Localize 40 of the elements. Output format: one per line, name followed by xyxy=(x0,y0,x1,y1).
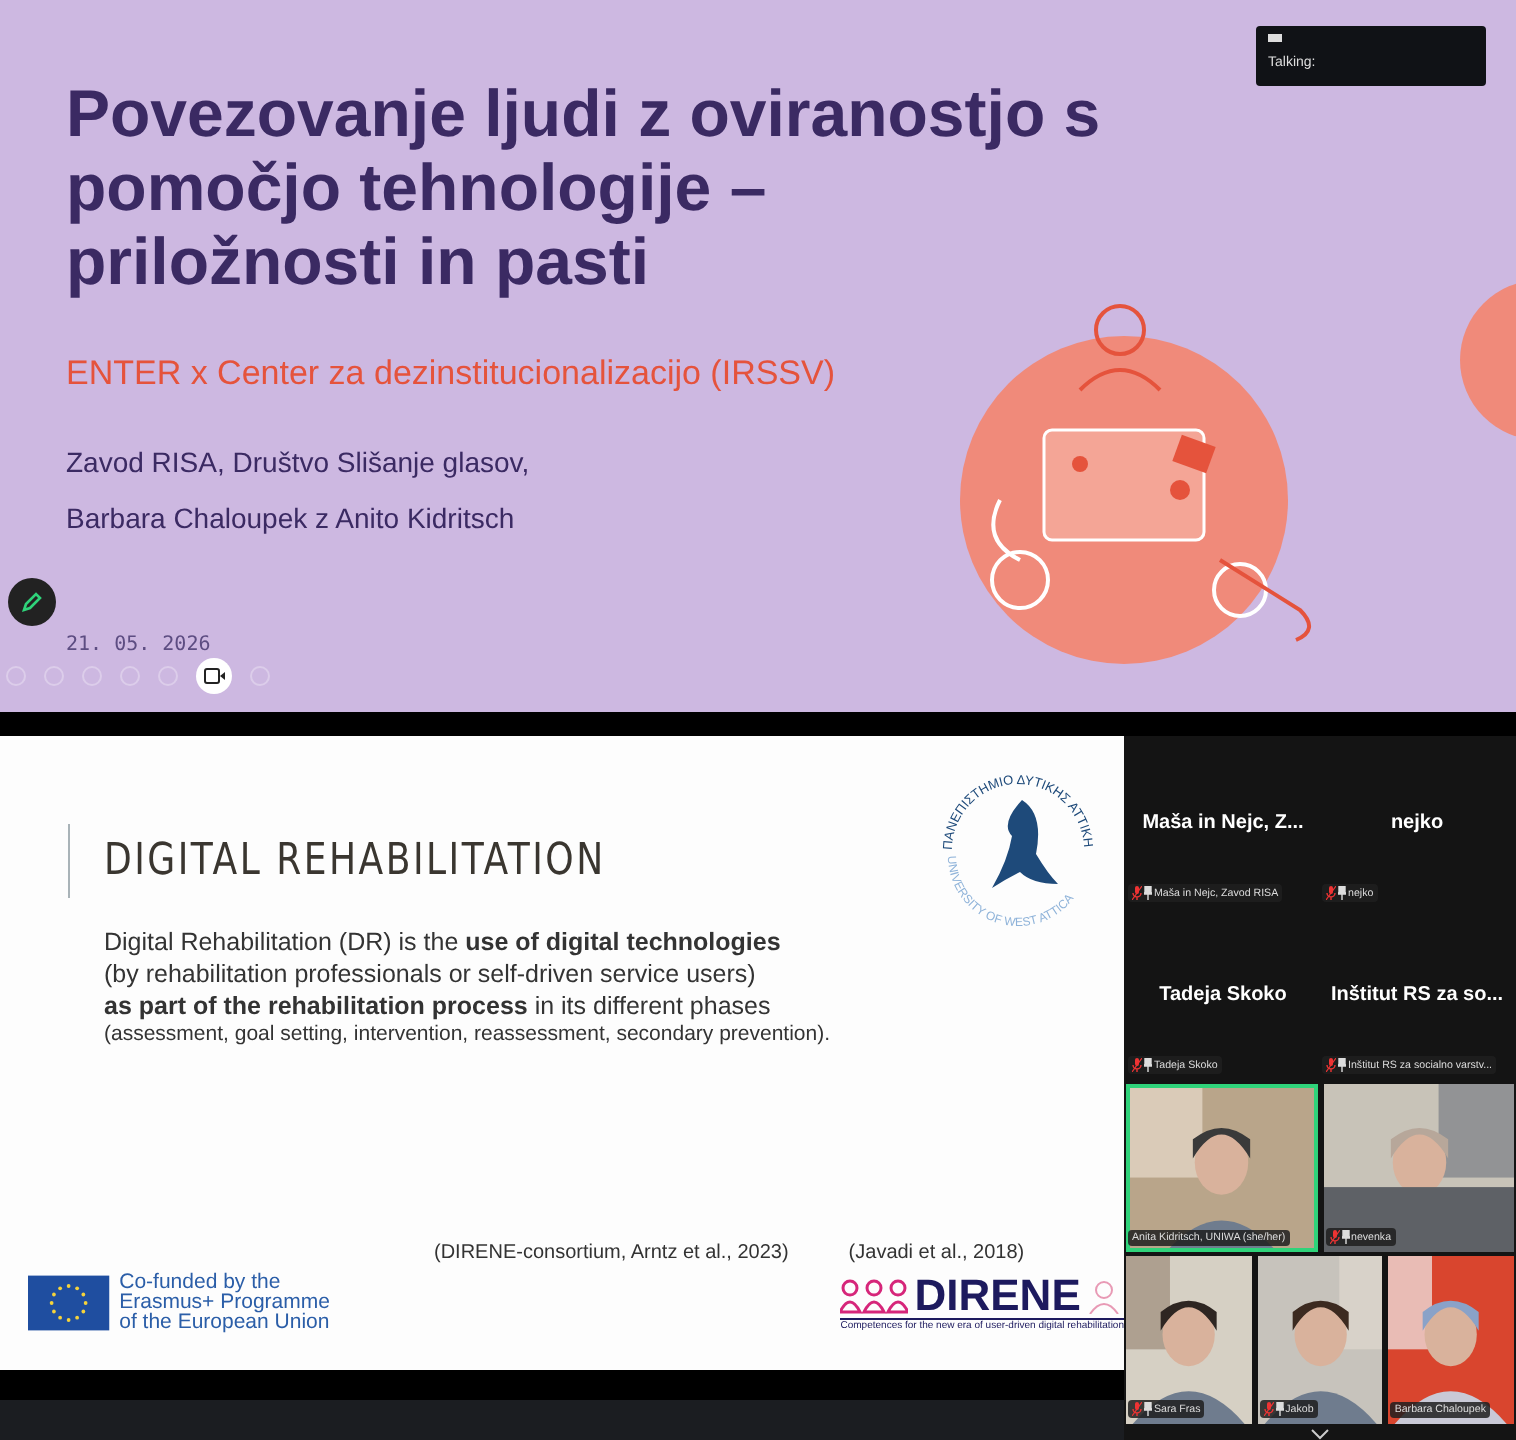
phases-note: (assessment, goal setting, intervention, reassessment, secondary prevention). xyxy=(104,1022,833,1046)
annotate-button[interactable] xyxy=(8,578,56,626)
participant-tile-name: Tadeja Skoko xyxy=(1159,983,1287,1005)
camera-icon xyxy=(203,668,225,684)
slide-paragraph: Digital Rehabilitation (DR) is the use of digital technologies (by rehabilitation professionals or self-driven service users) as part of the rehabilitation process in its different phases xyxy=(104,926,783,1022)
participant-tile-name: Maša in Nejc, Z... xyxy=(1142,811,1304,833)
pin-icon xyxy=(1144,886,1152,900)
eu-funding-text: Co-funded by the Erasmus+ Programme of the European Union xyxy=(119,1272,332,1332)
people-icon xyxy=(840,1277,909,1313)
pin-icon xyxy=(1275,1402,1284,1416)
muted-mic-icon xyxy=(1132,886,1142,900)
author-line: Barbara Chaloupek z Anito Kidritsch xyxy=(66,500,517,538)
citation: (DIRENE-consortium, Arntz et al., 2023) xyxy=(434,1242,789,1264)
pin-icon xyxy=(1144,1402,1152,1416)
slide-subtitle: ENTER x Center za dezinstitucionalizacijo (IRSSV) xyxy=(66,354,838,394)
muted-mic-icon xyxy=(1326,1058,1336,1072)
muted-mic-icon xyxy=(1329,1230,1339,1244)
pin-icon xyxy=(1144,1058,1152,1072)
muted-mic-icon xyxy=(1132,1402,1142,1416)
slide-title: pomočjo tehnologije – xyxy=(66,150,769,224)
pin-icon xyxy=(1341,1230,1349,1244)
slide-heading: DIGITAL REHABILITATION xyxy=(104,836,608,886)
chevron-down-icon[interactable] xyxy=(1310,1428,1330,1440)
author-line: Zavod RISA, Društvo Slišanje glasov, xyxy=(66,444,532,482)
muted-mic-icon xyxy=(1263,1402,1274,1416)
camera-button[interactable] xyxy=(196,658,232,694)
muted-mic-icon xyxy=(1326,886,1336,900)
slide-title: Povezovanje ljudi z oviranostjo s xyxy=(66,76,1103,150)
participant-tile-name: Inštitut RS za so... xyxy=(1330,983,1504,1005)
eu-flag-icon xyxy=(28,1273,110,1331)
muted-mic-icon xyxy=(1132,1058,1142,1072)
slide-title: priložnosti in pasti xyxy=(66,224,652,298)
slide-date: 21. 05. 2026 xyxy=(66,634,213,656)
pin-icon xyxy=(1338,886,1346,900)
pin-icon xyxy=(1338,1058,1346,1072)
direne-logo-text: DIRENE xyxy=(914,1273,1081,1317)
window-icon xyxy=(1268,34,1282,42)
pencil-icon xyxy=(20,590,44,614)
citation: (Javadi et al., 2018) xyxy=(848,1242,1025,1264)
participant-tile-name: nejko xyxy=(1390,811,1444,833)
